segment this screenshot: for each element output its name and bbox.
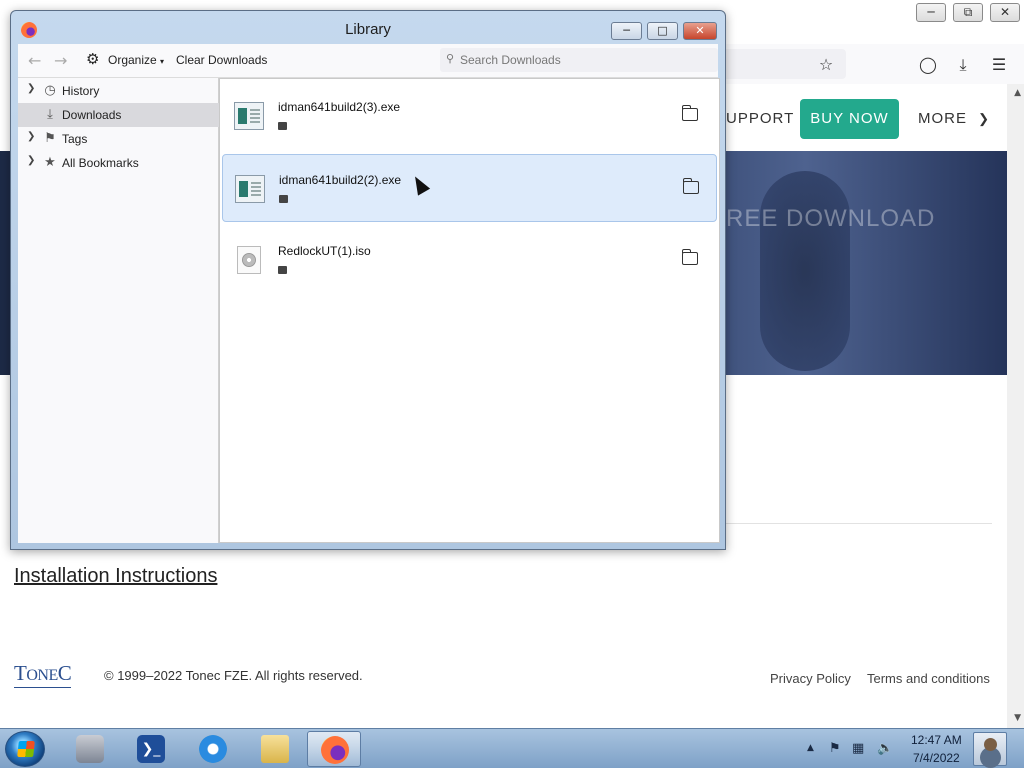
clock-date[interactable]: 7/4/2022 xyxy=(913,751,960,765)
library-maximize-button[interactable]: □ xyxy=(647,22,678,40)
sidebar-item-downloads[interactable]: ⤓ Downloads xyxy=(18,103,219,127)
page-scrollbar[interactable]: ▲ ▼ xyxy=(1007,84,1024,728)
sidebar-item-label: All Bookmarks xyxy=(62,156,139,170)
nav-support[interactable]: UPPORT xyxy=(726,99,794,139)
expand-twisty-icon[interactable]: ❯ xyxy=(27,83,35,94)
sidebar-item-history[interactable]: ❯ ◷ History xyxy=(18,79,219,103)
sidebar-item-label: History xyxy=(62,84,100,98)
section-divider xyxy=(726,523,992,524)
hero-text: REE DOWNLOAD xyxy=(726,205,936,232)
scroll-down-icon[interactable]: ▼ xyxy=(1014,713,1021,723)
library-window: Library ─ □ ✕ ← → ⚙ Organize ▾ Clear Dow… xyxy=(10,10,726,550)
bookmark-star-icon[interactable]: ☆ xyxy=(815,54,837,76)
privacy-policy-link[interactable]: Privacy Policy xyxy=(770,671,851,686)
buy-now-button[interactable]: BUY NOW xyxy=(800,99,899,139)
sidebar-item-all-bookmarks[interactable]: ❯ ★ All Bookmarks xyxy=(18,151,219,175)
download-item[interactable]: RedlockUT(1).iso xyxy=(222,226,717,294)
library-sidebar: ❯ ◷ History ⤓ Downloads ❯ ⚑ Tags ❯ ★ All… xyxy=(18,78,219,543)
expand-twisty-icon[interactable]: ❯ xyxy=(27,131,35,142)
search-icon: ⚲ xyxy=(446,52,455,65)
action-center-flag-icon[interactable]: ⚑ xyxy=(829,741,841,756)
iso-file-icon xyxy=(237,246,261,274)
library-toolbar: ← → ⚙ Organize ▾ Clear Downloads ⚲ xyxy=(18,44,718,78)
taskbar-powershell[interactable]: ❯_ xyxy=(124,731,178,767)
expand-twisty-icon[interactable]: ❯ xyxy=(27,155,35,166)
library-minimize-button[interactable]: ─ xyxy=(611,22,642,40)
internet-explorer-icon xyxy=(199,735,227,763)
search-box[interactable]: ⚲ xyxy=(440,48,718,72)
organize-label: Organize xyxy=(108,53,157,67)
sidebar-item-label: Tags xyxy=(62,132,88,146)
taskbar-file-explorer[interactable] xyxy=(248,731,302,767)
pocket-icon[interactable]: ◯ xyxy=(917,54,939,76)
taskbar-internet-explorer[interactable] xyxy=(186,731,240,767)
chevron-down-icon: ❯ xyxy=(978,111,991,126)
folder-icon xyxy=(261,735,289,763)
forward-arrow-icon[interactable]: → xyxy=(54,51,67,70)
clock-icon: ◷ xyxy=(44,82,56,97)
taskbar-firefox[interactable] xyxy=(307,731,361,767)
nav-more-label: MORE xyxy=(918,110,967,127)
start-button[interactable] xyxy=(5,731,45,767)
exe-file-icon xyxy=(235,175,265,203)
volume-muted-icon[interactable]: 🔈 xyxy=(877,741,893,756)
network-icon[interactable]: ▦ xyxy=(852,741,864,756)
user-avatar[interactable] xyxy=(973,732,1007,766)
organize-button[interactable]: Organize ▾ xyxy=(108,53,164,67)
installation-instructions-link[interactable]: Installation Instructions xyxy=(14,565,217,588)
back-arrow-icon[interactable]: ← xyxy=(28,51,41,70)
status-icon xyxy=(278,122,287,130)
exe-file-icon xyxy=(234,102,264,130)
downloads-list: idman641build2(3).exe idman641build2(2).… xyxy=(219,78,720,543)
library-close-button[interactable]: ✕ xyxy=(683,22,717,40)
menu-icon[interactable]: ☰ xyxy=(988,54,1010,76)
download-filename: idman641build2(3).exe xyxy=(278,100,401,114)
restore-button[interactable]: ⧉ xyxy=(953,3,983,22)
show-hidden-icons-icon[interactable]: ▲ xyxy=(807,743,814,753)
clear-downloads-button[interactable]: Clear Downloads xyxy=(176,53,267,67)
tag-icon: ⚑ xyxy=(44,130,56,145)
clock-time[interactable]: 12:47 AM xyxy=(911,733,962,747)
firefox-icon xyxy=(321,736,349,764)
hero-image xyxy=(760,171,850,371)
sidebar-item-label: Downloads xyxy=(62,108,122,122)
taskbar: ❯_ ▲ ⚑ ▦ 🔈 xyxy=(0,728,1024,768)
download-icon: ⤓ xyxy=(47,106,53,121)
downloads-icon[interactable]: ⤓ xyxy=(952,54,974,76)
scroll-up-icon[interactable]: ▲ xyxy=(1014,88,1021,98)
search-downloads-input[interactable] xyxy=(460,50,710,70)
download-filename: idman641build2(2).exe xyxy=(279,173,402,187)
tonec-logo: TONEC xyxy=(14,662,72,688)
folder-icon[interactable] xyxy=(681,105,698,121)
close-button[interactable]: ✕ xyxy=(990,3,1020,22)
status-icon xyxy=(279,195,288,203)
folder-icon[interactable] xyxy=(682,178,699,194)
minimize-button[interactable]: ─ xyxy=(916,3,946,22)
nav-more[interactable]: MORE ❯ xyxy=(918,99,990,139)
copyright-text: © 1999–2022 Tonec FZE. All rights reserv… xyxy=(104,668,363,683)
status-icon xyxy=(278,266,287,274)
sidebar-item-tags[interactable]: ❯ ⚑ Tags xyxy=(18,127,219,151)
folder-icon[interactable] xyxy=(681,249,698,265)
powershell-icon: ❯_ xyxy=(137,735,165,763)
download-filename: RedlockUT(1).iso xyxy=(278,244,371,258)
download-item[interactable]: idman641build2(3).exe xyxy=(222,82,717,150)
taskbar-server-manager[interactable] xyxy=(63,731,117,767)
server-manager-icon xyxy=(76,735,104,763)
gear-icon: ⚙ xyxy=(86,51,100,68)
terms-link[interactable]: Terms and conditions xyxy=(867,671,990,686)
star-icon: ★ xyxy=(44,154,56,169)
download-item[interactable]: idman641build2(2).exe xyxy=(222,154,717,222)
chevron-down-icon: ▾ xyxy=(160,57,165,66)
windows-logo-icon xyxy=(17,741,35,757)
